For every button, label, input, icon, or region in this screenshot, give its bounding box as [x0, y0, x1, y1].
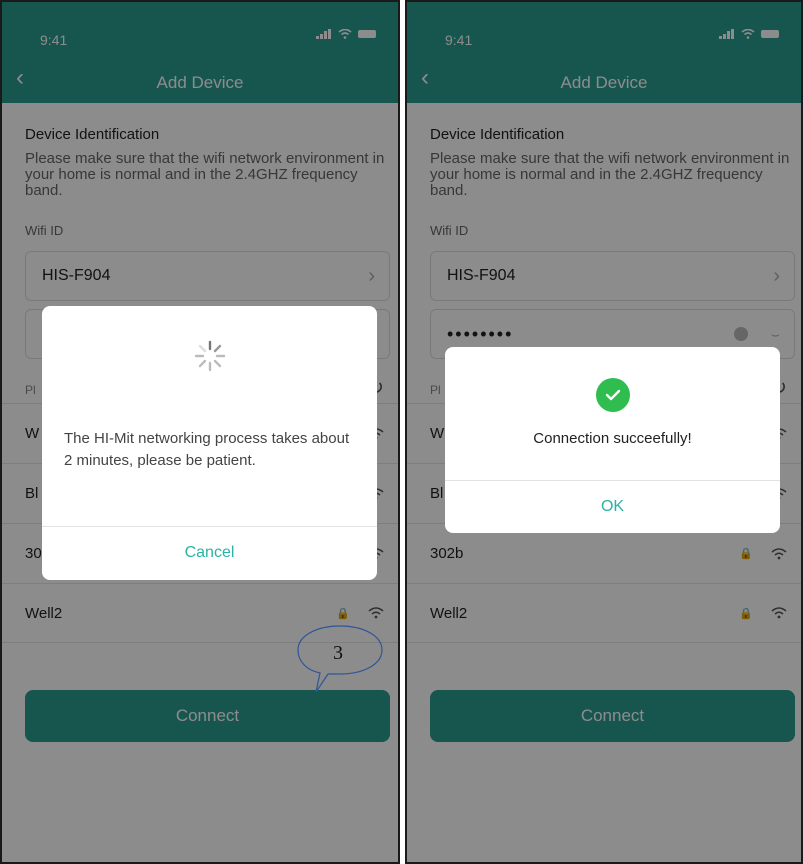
- cancel-button[interactable]: Cancel: [42, 544, 377, 562]
- success-dialog: Connection succeefully! OK: [445, 347, 780, 533]
- dialog-message: The HI-Mit networking process takes abou…: [64, 430, 350, 469]
- dialog-divider: [445, 480, 780, 481]
- ok-button[interactable]: OK: [445, 498, 780, 516]
- dialog-divider: [42, 526, 377, 527]
- success-message: Connection succeefully!: [533, 430, 692, 447]
- phone-screen-left: 9:41 ‹ Add Device Device Identification …: [0, 0, 400, 864]
- phone-screen-right: 9:41 ‹ Add Device Device Identification …: [405, 0, 803, 864]
- annotation-bubble: 3: [297, 625, 383, 693]
- success-check-icon: [595, 378, 630, 412]
- loading-spinner-icon: [194, 340, 225, 372]
- annotation-number: 3: [333, 642, 343, 664]
- progress-dialog: The HI-Mit networking process takes abou…: [42, 306, 377, 580]
